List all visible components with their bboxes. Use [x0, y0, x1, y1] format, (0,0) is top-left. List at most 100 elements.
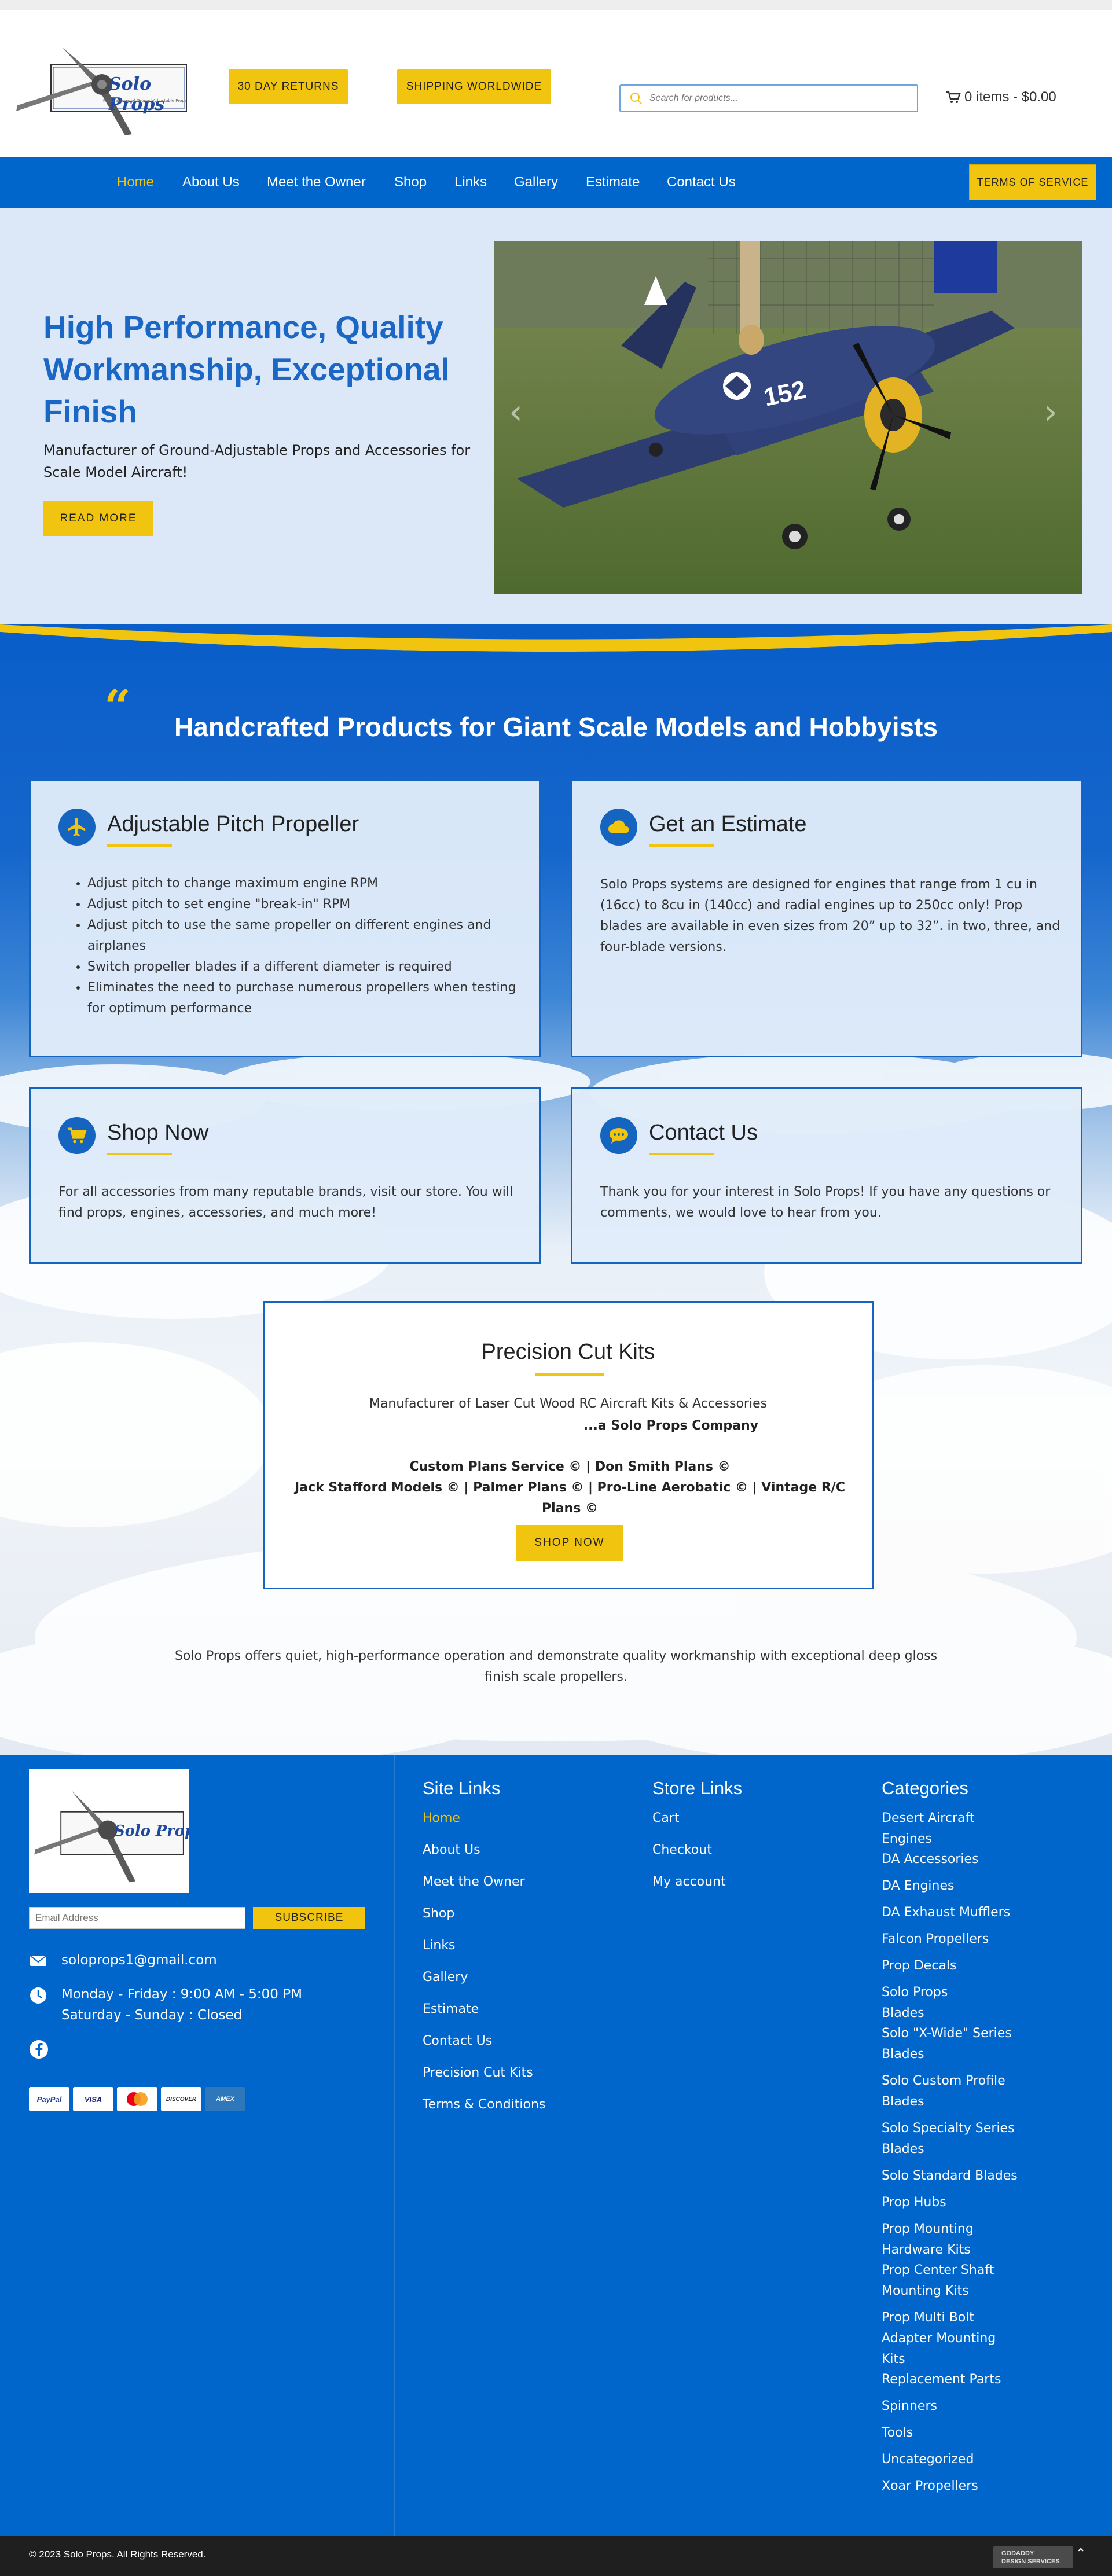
- footer-link-precision-cut-kits[interactable]: Precision Cut Kits: [423, 2063, 533, 2083]
- category-link[interactable]: Prop Hubs: [882, 2192, 946, 2213]
- footer-hours-row: Monday - Friday : 9:00 AM - 5:00 PM Satu…: [29, 1984, 302, 2026]
- footer-link-my-account[interactable]: My account: [652, 1872, 726, 1893]
- site-footer: Solo Props SUBSCRIBE soloprops1@gmail.co…: [0, 1755, 1112, 2536]
- list-item: Adjust pitch to change maximum engine RP…: [87, 873, 522, 894]
- footer-email-row[interactable]: soloprops1@gmail.com: [29, 1950, 217, 1971]
- footer-link-terms[interactable]: Terms & Conditions: [423, 2094, 545, 2115]
- returns-button[interactable]: 30 DAY RETURNS: [229, 69, 348, 104]
- card-title: Shop Now: [107, 1120, 209, 1145]
- copyright-text: © 2023 Solo Props. All Rights Reserved.: [29, 2549, 206, 2560]
- category-link[interactable]: Solo Props Blades: [882, 1982, 974, 2024]
- cart-label: 0 items - $0.00: [964, 89, 1056, 105]
- nav-gallery[interactable]: Gallery: [514, 157, 558, 208]
- cart-summary[interactable]: 0 items - $0.00: [946, 89, 1056, 105]
- search-input[interactable]: [649, 93, 904, 104]
- category-link[interactable]: Prop Center Shaft Mounting Kits: [882, 2260, 1009, 2302]
- bottom-bar: © 2023 Solo Props. All Rights Reserved. …: [0, 2536, 1112, 2576]
- product-search[interactable]: [619, 84, 918, 112]
- category-link[interactable]: Prop Mounting Hardware Kits: [882, 2219, 997, 2261]
- logo-tagline: Manufacturer of Ground-Adjustable Props: [103, 98, 187, 103]
- slider-next-arrow[interactable]: ›: [1044, 392, 1058, 432]
- card-contact-us: Contact Us Thank you for your interest i…: [571, 1087, 1082, 1264]
- footer-link-links[interactable]: Links: [423, 1935, 456, 1956]
- search-icon: [630, 93, 642, 104]
- facebook-icon[interactable]: [29, 2040, 49, 2059]
- yellow-swoosh: [0, 624, 1112, 660]
- footer-email[interactable]: soloprops1@gmail.com: [61, 1950, 217, 1971]
- chat-icon: [600, 1117, 637, 1154]
- card-title: Contact Us: [649, 1120, 758, 1145]
- footer-logo[interactable]: Solo Props: [29, 1769, 204, 1893]
- category-link[interactable]: Solo Specialty Series Blades: [882, 2118, 1021, 2160]
- footer-link-home[interactable]: Home: [423, 1808, 460, 1829]
- card-body: Thank you for your interest in Solo Prop…: [600, 1185, 1051, 1220]
- footer-link-cart[interactable]: Cart: [652, 1808, 680, 1829]
- propeller-logo-graphic: Solo Props: [34, 1791, 204, 1883]
- category-link[interactable]: Solo "X-Wide" Series Blades: [882, 2023, 1021, 2065]
- footer-hours-weekend: Saturday - Sunday : Closed: [61, 2008, 243, 2023]
- footer-link-contact-us[interactable]: Contact Us: [423, 2031, 492, 2052]
- category-link[interactable]: Xoar Propellers: [882, 2476, 978, 2497]
- nav-links[interactable]: Links: [454, 157, 487, 208]
- godaddy-badge[interactable]: GODADDY DESIGN SERVICES: [993, 2546, 1073, 2568]
- visa-icon: VISA: [73, 2087, 113, 2111]
- hero-section: High Performance, Quality Workmanship, E…: [0, 208, 1112, 624]
- kits-plans-line: Jack Stafford Models © | Palmer Plans © …: [295, 1480, 845, 1516]
- kits-title: Precision Cut Kits: [481, 1340, 655, 1364]
- card-underline: [649, 844, 714, 847]
- clock-icon: [30, 1987, 46, 2004]
- scroll-to-top-icon[interactable]: ⌃: [1076, 2546, 1093, 2564]
- category-link[interactable]: DA Engines: [882, 1876, 954, 1897]
- category-link[interactable]: DA Accessories: [882, 1849, 979, 1870]
- category-link[interactable]: Solo Standard Blades: [882, 2166, 1018, 2187]
- category-link[interactable]: Replacement Parts: [882, 2369, 1001, 2390]
- footer-link-estimate[interactable]: Estimate: [423, 1999, 479, 2020]
- category-link[interactable]: Tools: [882, 2423, 913, 2443]
- features-section: “ Handcrafted Products for Giant Scale M…: [0, 624, 1112, 1755]
- category-link[interactable]: Falcon Propellers: [882, 1929, 989, 1950]
- nav-home[interactable]: Home: [117, 157, 154, 208]
- footer-link-checkout[interactable]: Checkout: [652, 1840, 712, 1861]
- footer-hours-weekday: Monday - Friday : 9:00 AM - 5:00 PM: [61, 1987, 302, 2002]
- site-header: Solo Props Manufacturer of Ground-Adjust…: [0, 10, 1112, 157]
- top-strip: [0, 0, 1112, 10]
- read-more-button[interactable]: READ MORE: [43, 501, 153, 536]
- category-link[interactable]: Spinners: [882, 2396, 937, 2417]
- slider-prev-arrow[interactable]: ‹: [509, 392, 523, 432]
- kits-plans-line: Custom Plans Service © | Don Smith Plans…: [409, 1460, 731, 1474]
- cloud-icon: [600, 809, 637, 846]
- shop-now-button[interactable]: SHOP NOW: [516, 1525, 623, 1561]
- card-estimate: Get an Estimate Solo Props systems are d…: [571, 779, 1082, 1057]
- nav-contact-us[interactable]: Contact Us: [667, 157, 736, 208]
- list-item: Adjust pitch to use the same propeller o…: [87, 915, 522, 957]
- store-links-title: Store Links: [652, 1778, 743, 1798]
- site-logo[interactable]: Solo Props Manufacturer of Ground-Adjust…: [16, 24, 190, 140]
- category-link[interactable]: Uncategorized: [882, 2449, 974, 2470]
- nav-about-us[interactable]: About Us: [182, 157, 240, 208]
- feature-list: Adjust pitch to change maximum engine RP…: [87, 873, 522, 1019]
- footer-link-meet-the-owner[interactable]: Meet the Owner: [423, 1872, 525, 1893]
- hero-slider[interactable]: 152 ‹ ›: [494, 241, 1082, 594]
- card-shop-now: Shop Now For all accessories from many r…: [29, 1087, 541, 1264]
- nav-meet-the-owner[interactable]: Meet the Owner: [267, 157, 366, 208]
- category-link[interactable]: Solo Custom Profile Blades: [882, 2071, 1021, 2112]
- card-title: Get an Estimate: [649, 812, 807, 836]
- section-title: Handcrafted Products for Giant Scale Mod…: [174, 712, 938, 742]
- hero-subtitle: Manufacturer of Ground-Adjustable Props …: [43, 442, 471, 480]
- footer-link-gallery[interactable]: Gallery: [423, 1967, 468, 1988]
- nav-estimate[interactable]: Estimate: [586, 157, 640, 208]
- terms-of-service-button[interactable]: TERMS OF SERVICE: [969, 164, 1096, 200]
- subscribe-button[interactable]: SUBSCRIBE: [253, 1907, 365, 1929]
- intro-note: Solo Props offers quiet, high-performanc…: [174, 1649, 938, 1684]
- paypal-icon: PayPal: [29, 2087, 69, 2111]
- category-link[interactable]: Desert Aircraft Engines: [882, 1808, 992, 1850]
- newsletter-email-field[interactable]: [29, 1907, 245, 1929]
- nav-shop[interactable]: Shop: [394, 157, 427, 208]
- category-link[interactable]: Prop Decals: [882, 1956, 957, 1976]
- footer-link-about-us[interactable]: About Us: [423, 1840, 480, 1861]
- footer-link-shop[interactable]: Shop: [423, 1903, 454, 1924]
- site-links-title: Site Links: [423, 1778, 501, 1798]
- shipping-button[interactable]: SHIPPING WORLDWIDE: [397, 69, 551, 104]
- category-link[interactable]: Prop Multi Bolt Adapter Mounting Kits: [882, 2307, 1009, 2370]
- category-link[interactable]: DA Exhaust Mufflers: [882, 1902, 1010, 1923]
